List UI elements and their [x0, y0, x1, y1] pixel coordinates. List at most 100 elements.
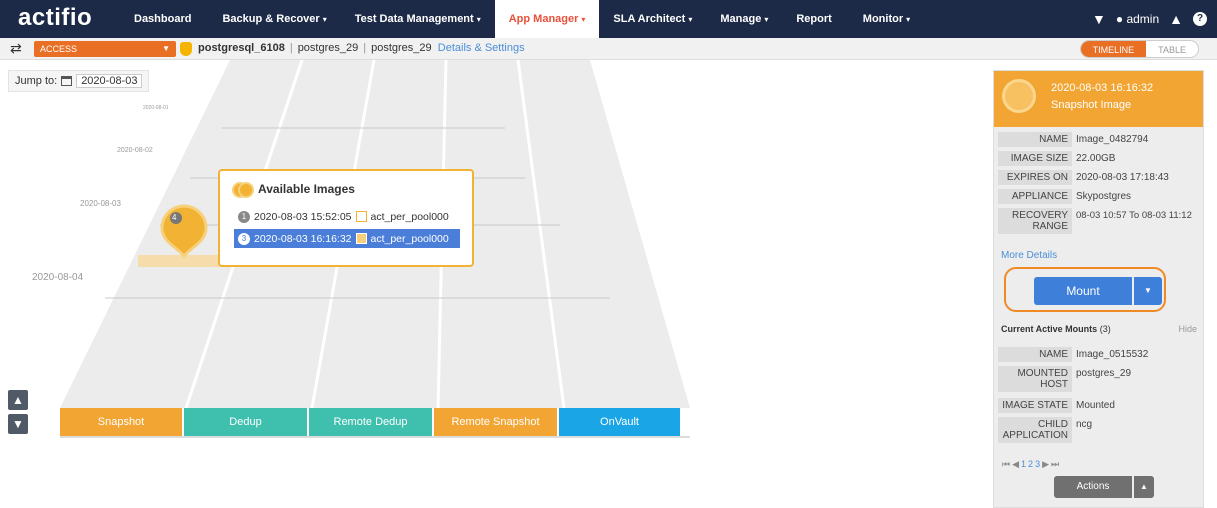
mount-value: postgres_29 — [1076, 368, 1132, 379]
mount-value: Mounted — [1076, 400, 1115, 411]
shield-icon — [180, 42, 192, 56]
nav-report[interactable]: Report — [782, 0, 848, 38]
date-label: 2020-08-03 — [80, 199, 121, 208]
access-dropdown[interactable]: ACCESS ▼ — [34, 41, 176, 57]
actions-dropdown-button[interactable]: ▲ — [1134, 476, 1154, 498]
user-menu[interactable]: ● admin — [1116, 12, 1159, 26]
image-type: Snapshot Image — [1051, 99, 1132, 111]
jump-date-input[interactable]: 2020-08-03 — [76, 74, 143, 88]
top-right-controls: ▼ ● admin ▲ ? — [1092, 0, 1207, 38]
timeline-perspective — [60, 60, 690, 438]
nav-dashboard[interactable]: Dashboard — [120, 0, 208, 38]
current-mounts-label-text: Current Active Mounts — [1001, 324, 1098, 334]
breadcrumb: postgresql_6108 | postgres_29 | postgres_29 … — [198, 42, 525, 54]
mount-highlight: Mount ▼ — [1004, 267, 1166, 312]
image-number: 1 — [238, 210, 250, 223]
app-name: postgresql_6108 — [198, 42, 285, 54]
page-1[interactable]: 1 — [1021, 459, 1028, 469]
images-icon — [232, 181, 254, 198]
help-icon[interactable]: ? — [1193, 12, 1207, 26]
more-details-link[interactable]: More Details — [1001, 250, 1057, 261]
arrow-down-icon: ▼ — [12, 417, 24, 431]
nav-sla-architect[interactable]: SLA Architect ▾ — [599, 0, 706, 38]
user-name: admin — [1126, 12, 1160, 26]
lane-snapshot[interactable]: Snapshot — [60, 408, 182, 436]
host-name: postgres_29 — [297, 42, 359, 54]
page-2[interactable]: 2 — [1028, 459, 1035, 469]
filter-icon[interactable]: ▼ — [1092, 11, 1106, 27]
actions-button[interactable]: Actions — [1054, 476, 1132, 498]
detail-key: EXPIRES ON — [998, 170, 1072, 185]
detail-key: RECOVERY RANGE — [998, 208, 1072, 234]
scroll-up-button[interactable]: ▲ — [8, 390, 28, 410]
mount-key: MOUNTED HOST — [998, 366, 1072, 392]
detail-value: 2020-08-03 17:18:43 — [1076, 172, 1169, 183]
lane-remote-snapshot[interactable]: Remote Snapshot — [434, 408, 557, 436]
actifio-logo[interactable]: actifio — [18, 4, 92, 32]
popup-header: Available Images — [232, 181, 355, 198]
scroll-down-button[interactable]: ▼ — [8, 414, 28, 434]
main-nav: Dashboard Backup & Recover ▾ Test Data Ma… — [120, 0, 924, 38]
view-toggle: TIMELINE TABLE — [1079, 40, 1199, 58]
mount-value: ncg — [1076, 419, 1093, 430]
first-page-icon[interactable]: ⏮ — [1002, 459, 1012, 469]
detail-key: APPLIANCE — [998, 189, 1072, 204]
jump-to-label: Jump to: — [15, 75, 58, 87]
chevron-down-icon: ▼ — [1144, 286, 1152, 295]
mounts-pager: ⏮◀123▶⏭ — [1002, 459, 1061, 470]
mount-key: CHILD APPLICATION — [998, 417, 1072, 443]
nav-test-data-management[interactable]: Test Data Management ▾ — [341, 0, 495, 38]
pool-icon — [355, 233, 367, 244]
app-context-bar: ⇄ ACCESS ▼ postgresql_6108 | postgres_29 | po… — [0, 38, 1217, 60]
detail-key: IMAGE SIZE — [998, 151, 1072, 166]
host-name-2: postgres_29 — [371, 42, 432, 54]
marker-count: 4 — [172, 213, 177, 222]
back-arrow-icon[interactable]: ⇄ — [10, 40, 22, 57]
calendar-icon[interactable] — [61, 76, 73, 86]
nav-monitor[interactable]: Monitor ▾ — [849, 0, 924, 38]
mount-key: NAME — [998, 347, 1072, 362]
mount-key: IMAGE STATE — [998, 398, 1072, 413]
image-pool: act_per_pool000 — [370, 232, 449, 245]
lane-remote-dedup[interactable]: Remote Dedup — [309, 408, 432, 436]
mount-button[interactable]: Mount — [1034, 277, 1132, 305]
detail-value: Image_0482794 — [1076, 134, 1149, 145]
timeline-stage: 4 Jump to: 2020-08-03 2020-08-01 2020-08… — [0, 60, 990, 508]
current-mounts-count: (3) — [1099, 324, 1111, 334]
image-details-panel: 2020-08-03 16:16:32 Snapshot Image NAME I… — [993, 70, 1204, 508]
user-icon: ● — [1115, 12, 1124, 26]
bell-icon[interactable]: ▲ — [1169, 11, 1183, 27]
date-label: 2020-08-04 — [32, 272, 84, 283]
jump-to-control: Jump to: 2020-08-03 — [8, 70, 150, 92]
image-row[interactable]: 1 2020-08-03 15:52:05 act_per_pool000 — [234, 207, 460, 226]
mount-value: Image_0515532 — [1076, 349, 1149, 360]
last-page-icon[interactable]: ⏭ — [1051, 459, 1061, 469]
image-header: 2020-08-03 16:16:32 Snapshot Image — [994, 71, 1203, 127]
mount-dropdown-button[interactable]: ▼ — [1134, 277, 1162, 305]
access-label: ACCESS — [40, 44, 78, 54]
lane-onvault[interactable]: OnVault — [559, 408, 680, 436]
image-number: 3 — [238, 232, 250, 245]
nav-backup-recover[interactable]: Backup & Recover ▾ — [208, 0, 340, 38]
date-label: 2020-08-02 — [117, 147, 153, 154]
detail-key: NAME — [998, 132, 1072, 147]
available-images-popup: Available Images 1 2020-08-03 15:52:05 a… — [218, 169, 474, 267]
details-settings-link[interactable]: Details & Settings — [438, 42, 525, 54]
current-active-mounts-label: Current Active Mounts (3) — [1001, 324, 1111, 334]
chevron-down-icon: ▼ — [162, 44, 170, 53]
date-label: 2020-08-01 — [143, 105, 169, 111]
next-page-icon[interactable]: ▶ — [1042, 459, 1051, 469]
hide-mounts-link[interactable]: Hide — [1178, 324, 1197, 334]
image-row-selected[interactable]: 3 2020-08-03 16:16:32 act_per_pool000 — [234, 229, 460, 248]
detail-value: Skypostgres — [1076, 191, 1132, 202]
prev-page-icon[interactable]: ◀ — [1012, 459, 1021, 469]
table-view-button[interactable]: TABLE — [1146, 41, 1198, 57]
nav-manage[interactable]: Manage ▾ — [706, 0, 782, 38]
timeline-view-button[interactable]: TIMELINE — [1080, 41, 1147, 57]
snapshot-image-icon — [1002, 79, 1036, 113]
lane-dedup[interactable]: Dedup — [184, 408, 307, 436]
nav-app-manager[interactable]: App Manager ▾ — [494, 0, 600, 38]
image-timestamp: 2020-08-03 16:16:32 — [1051, 82, 1154, 94]
detail-value: 22.00GB — [1076, 153, 1116, 164]
popup-title: Available Images — [258, 182, 355, 196]
